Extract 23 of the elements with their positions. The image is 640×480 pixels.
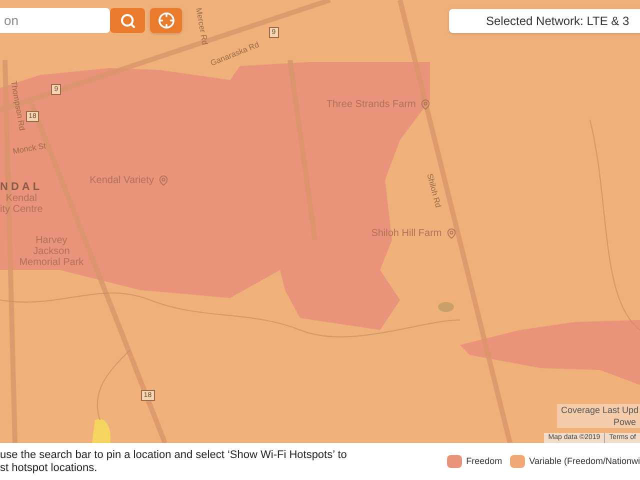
search-field[interactable]: on	[0, 8, 110, 33]
hint-text: use the search bar to pin a location and select ‘Show Wi-Fi Hotspots’ to st hotspot locations.	[0, 448, 347, 474]
place-label: Shiloh Hill Farm	[371, 226, 457, 241]
legend-label: Variable (Freedom/Nationwi	[529, 454, 640, 468]
road-label: Monck St	[12, 140, 47, 158]
search-button[interactable]	[110, 8, 145, 33]
crosshair-icon	[158, 12, 174, 29]
place-label: Kendal Variety	[90, 172, 169, 188]
locate-button[interactable]	[150, 8, 182, 33]
map-pin-icon	[158, 174, 169, 186]
place-label: Three Strands Farm	[326, 97, 431, 112]
area-label: Harvey Jackson Memorial Park	[19, 234, 84, 268]
road-label: Mercer Rd	[193, 7, 210, 46]
map-pin-icon	[446, 228, 457, 239]
coverage-info: Coverage Last Upd Powe	[557, 404, 640, 428]
town-label: NDAL	[0, 180, 43, 194]
map-pin-icon	[420, 99, 431, 110]
search-icon	[120, 12, 136, 28]
network-selector[interactable]: Selected Network: LTE & 3	[449, 9, 640, 33]
area-label: Kendal ity Centre	[0, 192, 43, 215]
road-label: Thompson Rd	[8, 80, 28, 132]
legend-label: Freedom	[466, 454, 502, 468]
road-label: Shiloh Rd	[424, 172, 444, 210]
